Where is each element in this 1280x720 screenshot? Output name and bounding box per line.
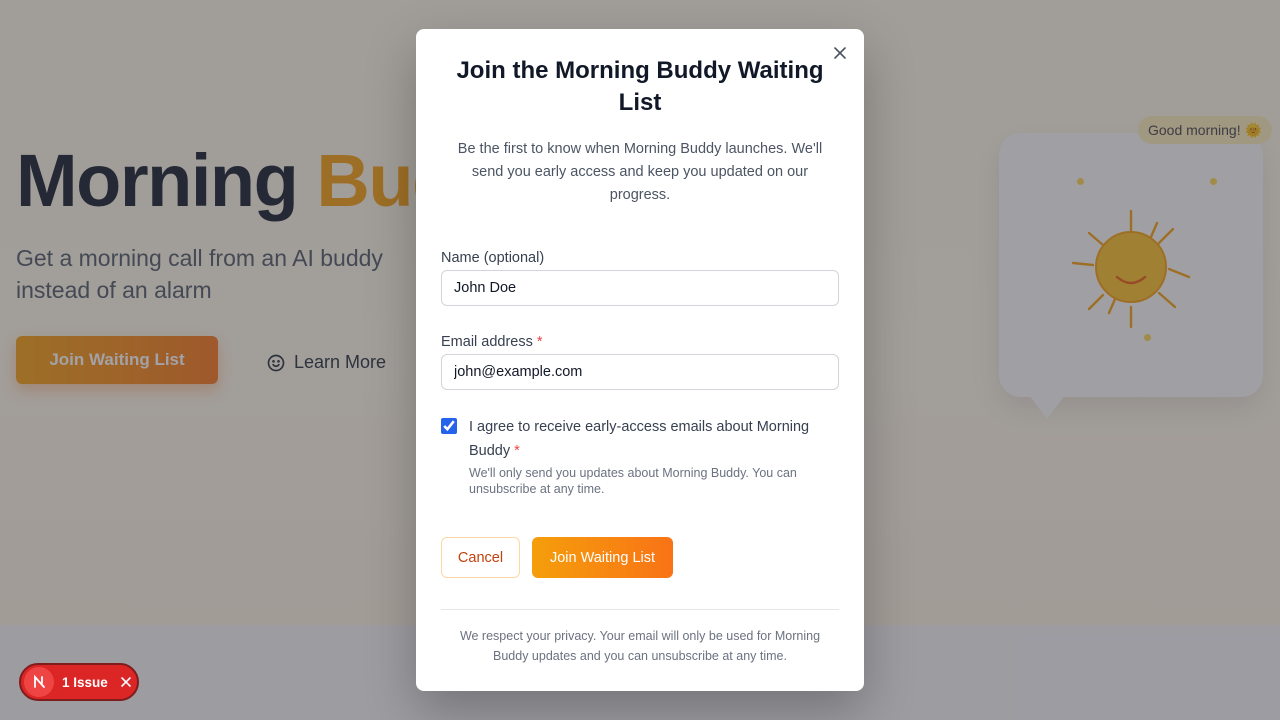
cancel-button[interactable]: Cancel [441,537,520,578]
nextjs-logo-icon[interactable] [24,667,54,697]
issues-dismiss-button[interactable] [120,676,132,688]
modal-description: Be the first to know when Morning Buddy … [457,141,823,203]
consent-label[interactable]: I agree to receive early-access emails a… [469,415,829,463]
email-label: Email address * [441,334,543,350]
name-input[interactable] [441,270,839,306]
join-waiting-list-button[interactable]: Join Waiting List [532,537,673,578]
required-asterisk: * [514,443,520,459]
x-icon [120,677,131,687]
consent-checkbox[interactable] [441,418,457,434]
modal-close-button[interactable] [832,45,848,61]
divider [441,609,839,610]
issues-count[interactable]: 1 Issue [62,675,108,690]
close-icon [834,47,846,59]
required-asterisk: * [536,334,543,350]
waitlist-modal: Join the Morning Buddy Waiting List Be t… [416,29,864,691]
consent-help-text: We'll only send you updates about Mornin… [469,466,797,496]
name-label: Name (optional) [441,250,545,266]
modal-title: Join the Morning Buddy Waiting List [456,57,824,116]
privacy-note: We respect your privacy. Your email will… [459,629,821,663]
dev-issues-badge[interactable]: 1 Issue [19,663,139,701]
email-input[interactable] [441,354,839,390]
